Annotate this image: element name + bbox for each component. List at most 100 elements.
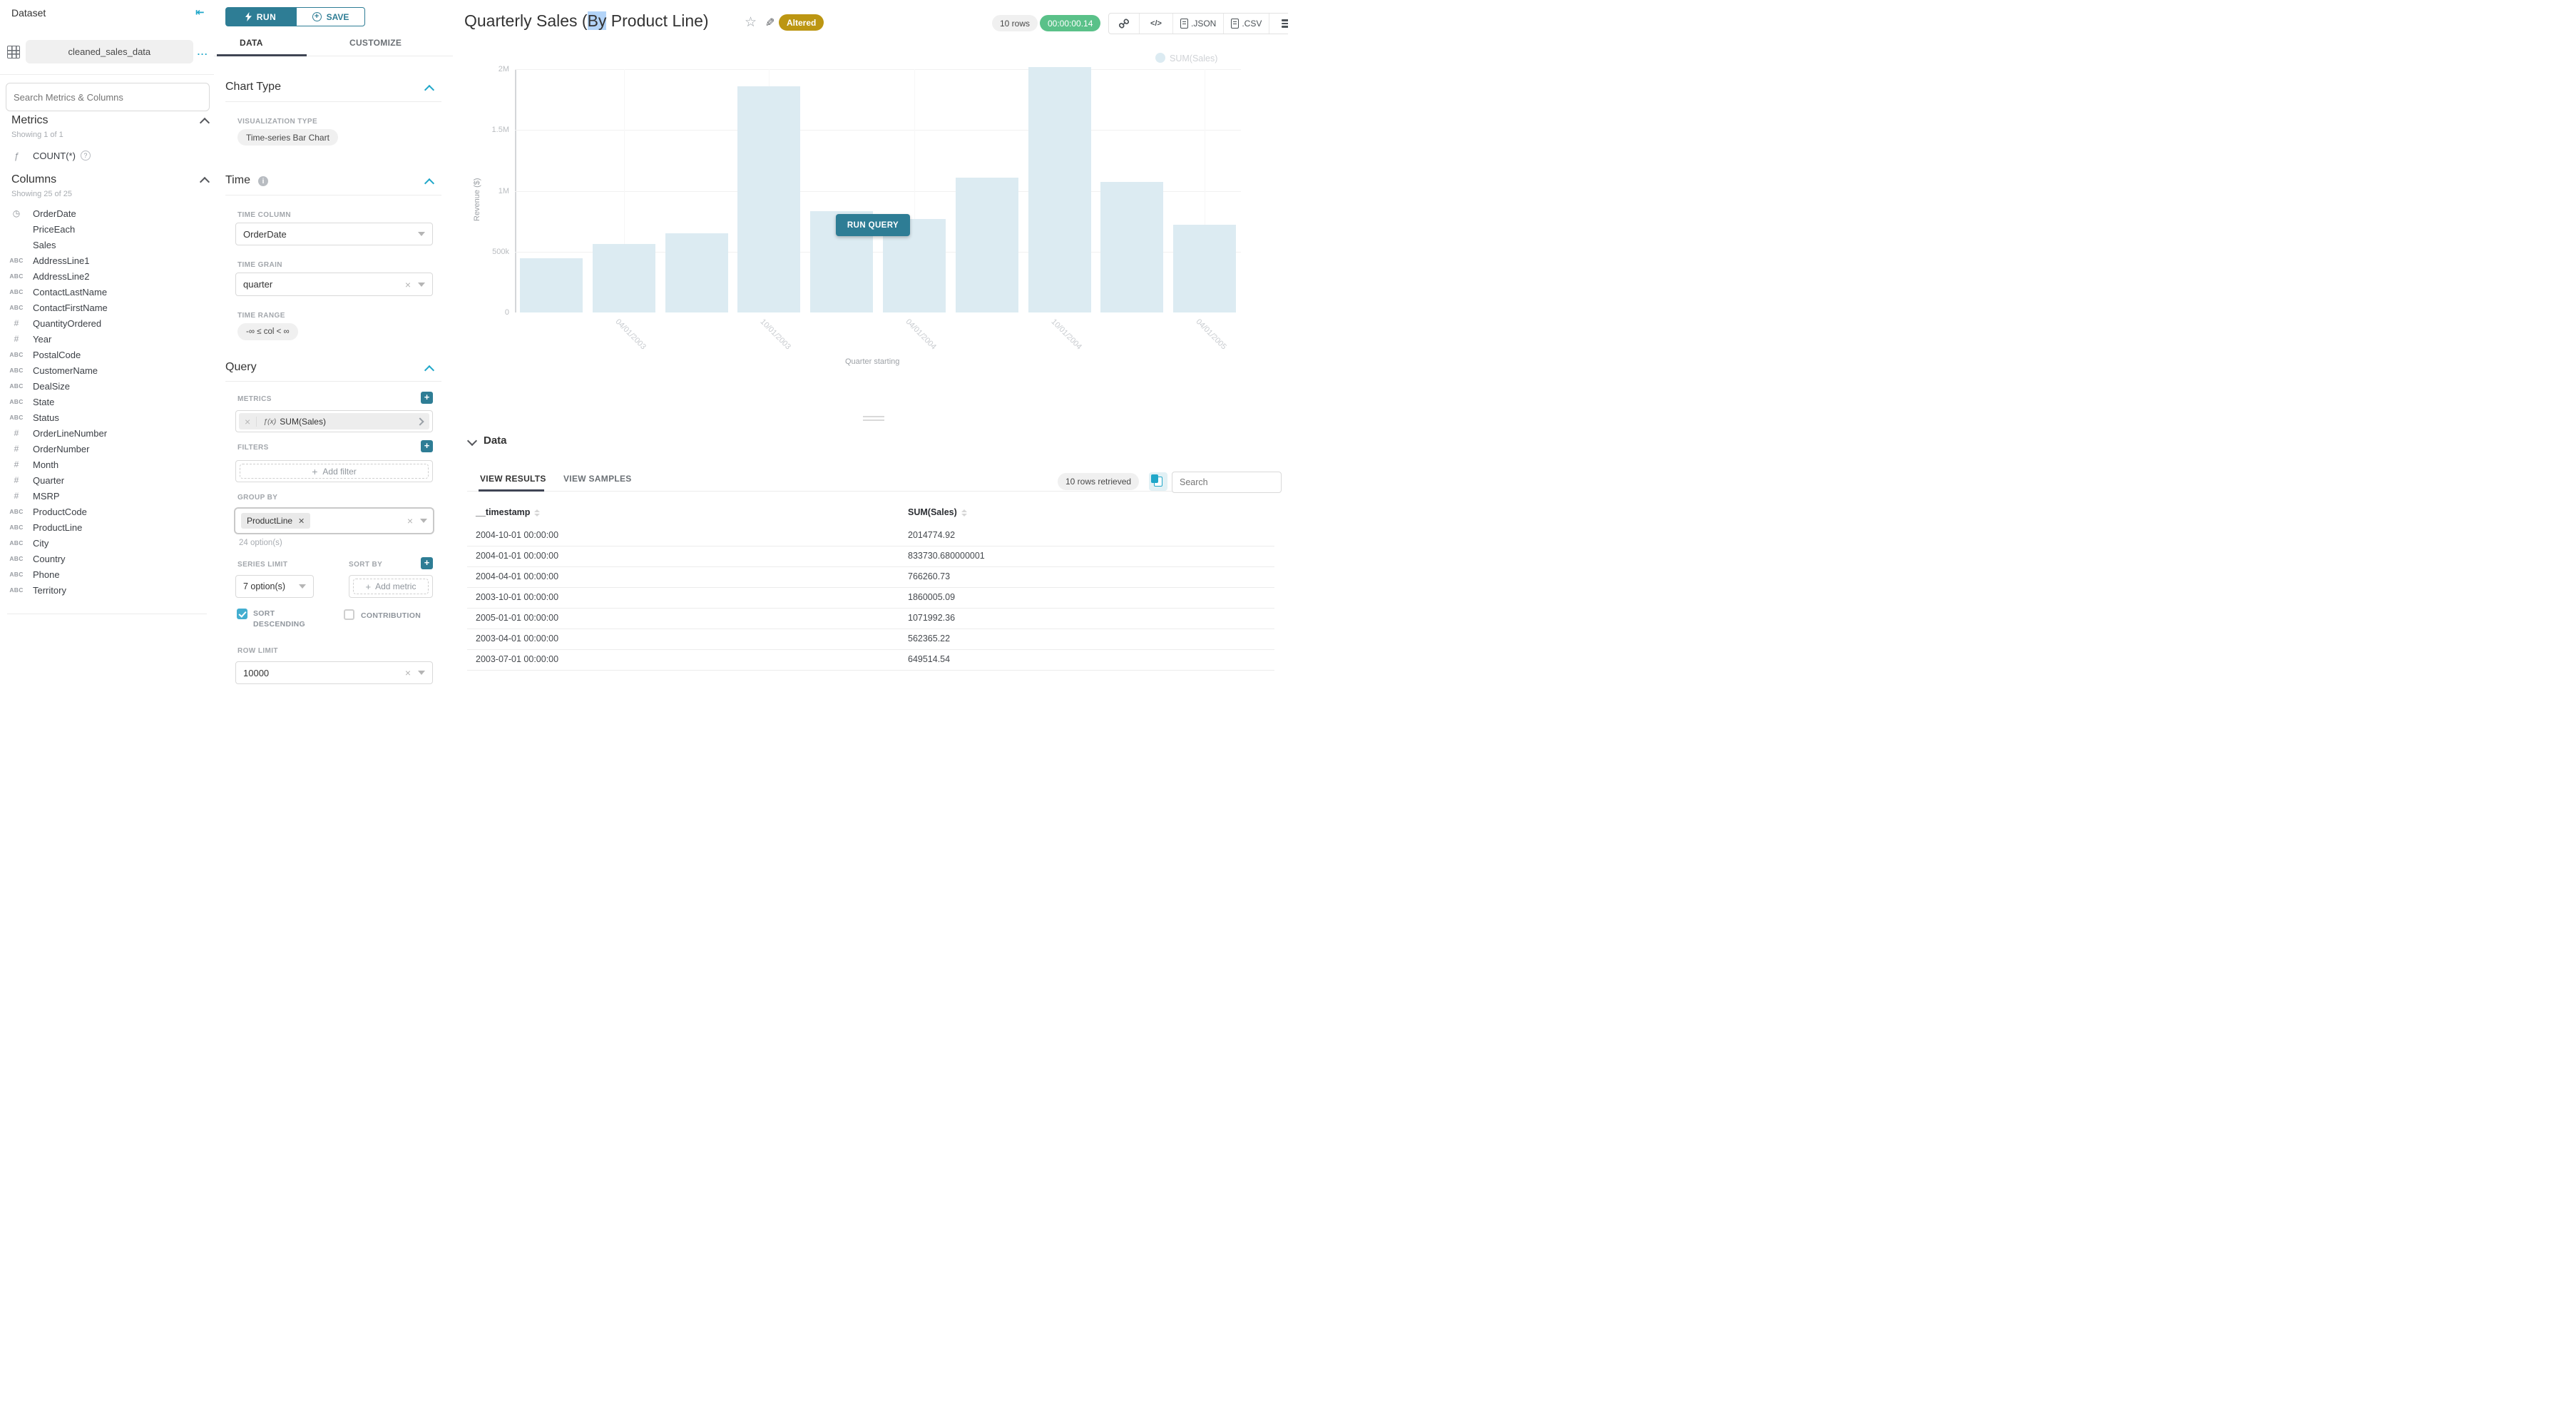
- clear-icon[interactable]: ×: [405, 668, 411, 678]
- column-item[interactable]: #OrderLineNumber: [0, 425, 214, 441]
- sort-icon[interactable]: [534, 509, 540, 517]
- metrics-collapse-icon[interactable]: [200, 118, 210, 128]
- add-metric-plus-button[interactable]: +: [421, 392, 433, 404]
- column-item[interactable]: ABCDealSize: [0, 378, 214, 394]
- bar[interactable]: [665, 233, 728, 312]
- column-item[interactable]: ABCState: [0, 394, 214, 410]
- search-metrics-input[interactable]: [6, 83, 210, 111]
- bar[interactable]: [956, 178, 1018, 312]
- column-item[interactable]: ABCTerritory: [0, 582, 214, 598]
- bar[interactable]: [737, 86, 800, 312]
- column-label: QuantityOrdered: [33, 318, 101, 329]
- group-by-option-count: 24 option(s): [239, 539, 282, 547]
- sort-icon[interactable]: [961, 509, 967, 517]
- row-limit-select[interactable]: 10000 ×: [235, 661, 433, 684]
- sort-by-add-metric-box[interactable]: +Add metric: [349, 575, 433, 598]
- metric-chip[interactable]: × ƒ(x) SUM(Sales): [239, 413, 429, 429]
- column-item[interactable]: #Quarter: [0, 472, 214, 488]
- tab-view-results[interactable]: VIEW RESULTS: [480, 474, 546, 484]
- group-by-chip[interactable]: ProductLine ✕: [241, 513, 310, 529]
- x-tick-label: 10/01/2003: [759, 317, 792, 351]
- column-label: AddressLine1: [33, 255, 90, 266]
- chart-type-collapse-icon[interactable]: [424, 85, 434, 95]
- column-item[interactable]: ABCStatus: [0, 410, 214, 425]
- table-row[interactable]: 2003-10-01 00:00:001860005.09: [467, 587, 1274, 609]
- column-item[interactable]: #OrderNumber: [0, 441, 214, 457]
- run-query-button[interactable]: RUN QUERY: [836, 214, 910, 236]
- column-item[interactable]: PriceEach: [0, 221, 214, 237]
- group-by-select[interactable]: ProductLine ✕ ×: [234, 507, 434, 534]
- column-item[interactable]: ABCPhone: [0, 566, 214, 582]
- column-item[interactable]: #Year: [0, 331, 214, 347]
- time-column-label: TIME COLUMN: [237, 211, 291, 219]
- column-item[interactable]: ABCContactLastName: [0, 284, 214, 300]
- abc-type-icon: ABC: [6, 586, 27, 594]
- num-type-icon: #: [6, 475, 27, 485]
- column-item[interactable]: ◷OrderDate: [0, 205, 214, 221]
- sort-descending-checkbox[interactable]: [237, 609, 247, 619]
- run-button[interactable]: RUN: [225, 7, 296, 26]
- bar[interactable]: [1173, 225, 1236, 312]
- column-item[interactable]: ABCProductCode: [0, 504, 214, 519]
- metric-item[interactable]: ƒCOUNT(*)?: [0, 147, 214, 164]
- column-item[interactable]: #QuantityOrdered: [0, 315, 214, 331]
- x-tick-label: 04/01/2005: [1195, 317, 1228, 351]
- column-item[interactable]: ABCCity: [0, 535, 214, 551]
- bar[interactable]: [1100, 182, 1163, 312]
- remove-chip-icon[interactable]: ✕: [298, 517, 305, 526]
- bar[interactable]: [593, 244, 655, 312]
- data-panel-collapse-icon[interactable]: [467, 436, 477, 446]
- series-limit-select[interactable]: 7 option(s): [235, 575, 314, 598]
- time-column-select[interactable]: OrderDate: [235, 223, 433, 245]
- column-item[interactable]: ABCProductLine: [0, 519, 214, 535]
- copy-data-button[interactable]: [1149, 472, 1167, 491]
- table-row[interactable]: 2004-04-01 00:00:00766260.73: [467, 566, 1274, 588]
- collapse-sidebar-icon[interactable]: ⇤: [195, 6, 205, 19]
- column-item[interactable]: ABCAddressLine1: [0, 253, 214, 268]
- column-item[interactable]: Sales: [0, 237, 214, 253]
- table-row[interactable]: 2005-01-01 00:00:001071992.36: [467, 608, 1274, 629]
- tab-customize[interactable]: CUSTOMIZE: [349, 38, 402, 48]
- dataset-name-pill[interactable]: cleaned_sales_data: [26, 40, 193, 63]
- legend-marker[interactable]: [1155, 53, 1165, 63]
- clear-icon[interactable]: ×: [405, 280, 411, 290]
- table-row[interactable]: 2004-10-01 00:00:002014774.92: [467, 525, 1274, 546]
- save-button[interactable]: + SAVE: [296, 7, 365, 26]
- column-item[interactable]: ABCCountry: [0, 551, 214, 566]
- tab-view-samples[interactable]: VIEW SAMPLES: [563, 474, 632, 484]
- table-row[interactable]: 2003-07-01 00:00:00649514.54: [467, 649, 1274, 671]
- legend-label[interactable]: SUM(Sales): [1170, 54, 1217, 63]
- column-item[interactable]: ABCAddressLine2: [0, 268, 214, 284]
- bar[interactable]: [520, 258, 583, 312]
- add-sort-metric-plus-button[interactable]: +: [421, 557, 433, 569]
- table-row[interactable]: 2004-01-01 00:00:00833730.680000001: [467, 546, 1274, 567]
- column-item[interactable]: #Month: [0, 457, 214, 472]
- chevron-right-icon[interactable]: [416, 417, 424, 425]
- bar[interactable]: [1028, 67, 1091, 312]
- column-item[interactable]: ABCCustomerName: [0, 362, 214, 378]
- add-filter-plus-button[interactable]: +: [421, 440, 433, 452]
- panel-resize-handle[interactable]: [863, 416, 884, 421]
- column-item[interactable]: ABCContactFirstName: [0, 300, 214, 315]
- time-grain-select[interactable]: quarter ×: [235, 273, 433, 296]
- columns-collapse-icon[interactable]: [200, 177, 210, 187]
- column-header-timestamp[interactable]: __timestamp: [476, 507, 540, 517]
- contribution-checkbox[interactable]: [344, 609, 354, 620]
- query-collapse-icon[interactable]: [424, 365, 434, 375]
- column-header-sum-sales[interactable]: SUM(Sales): [908, 507, 967, 517]
- dataset-more-icon[interactable]: ...: [198, 46, 208, 57]
- add-filter-box[interactable]: +Add filter: [235, 460, 433, 482]
- clear-icon[interactable]: ×: [407, 516, 413, 526]
- help-icon[interactable]: ?: [81, 151, 91, 161]
- plus-icon: +: [312, 466, 317, 477]
- time-collapse-icon[interactable]: [424, 178, 434, 188]
- chevron-down-icon: [418, 232, 425, 236]
- viz-type-pill[interactable]: Time-series Bar Chart: [237, 129, 338, 146]
- table-search-input[interactable]: [1172, 472, 1282, 493]
- table-row[interactable]: 2003-04-01 00:00:00562365.22: [467, 629, 1274, 650]
- tab-data[interactable]: DATA: [240, 38, 263, 48]
- remove-metric-icon[interactable]: ×: [239, 417, 257, 427]
- column-item[interactable]: ABCPostalCode: [0, 347, 214, 362]
- column-item[interactable]: #MSRP: [0, 488, 214, 504]
- time-range-pill[interactable]: -∞ ≤ col < ∞: [237, 323, 298, 340]
